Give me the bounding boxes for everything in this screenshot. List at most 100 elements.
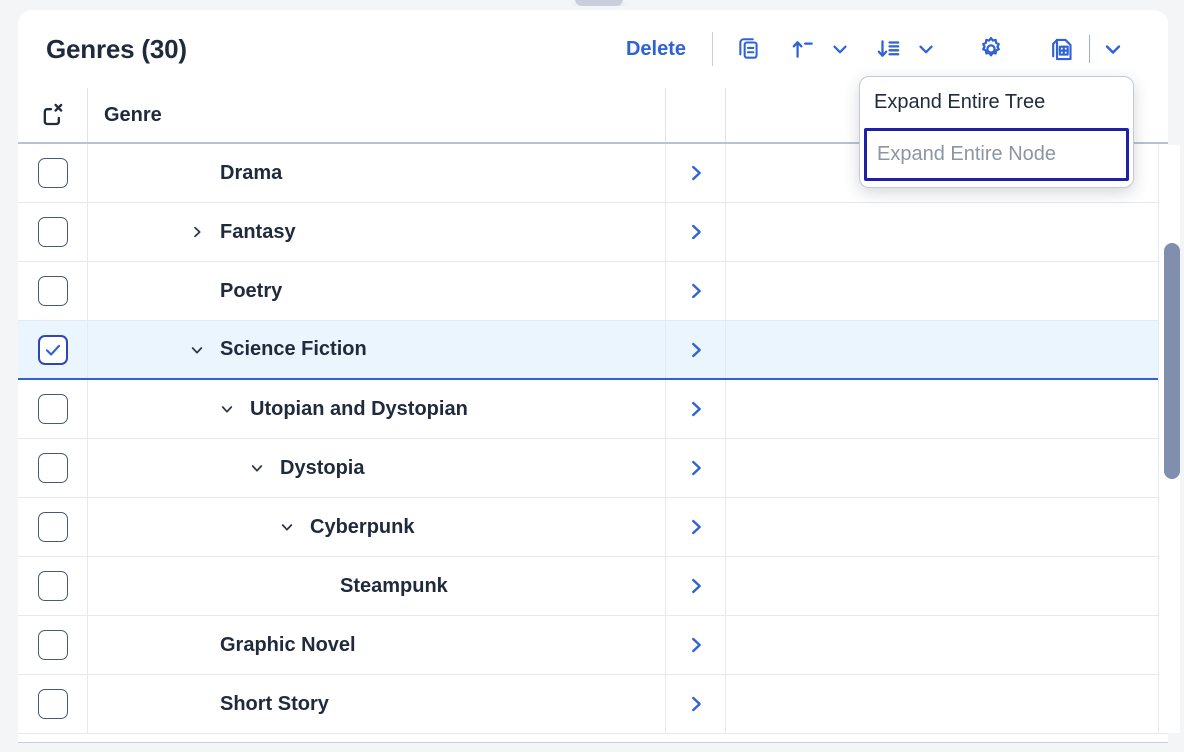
delete-button[interactable]: Delete bbox=[616, 32, 696, 67]
chevron-right-icon[interactable] bbox=[685, 221, 707, 243]
row-checkbox[interactable] bbox=[37, 512, 68, 542]
chevron-right-icon[interactable] bbox=[685, 280, 707, 302]
row-name-cell[interactable]: Poetry bbox=[88, 262, 666, 320]
sort-descending-icon[interactable] bbox=[869, 29, 909, 69]
more-chevron-down-icon[interactable] bbox=[1098, 29, 1128, 69]
row-checkbox-cell bbox=[18, 203, 88, 261]
row-detail-cell bbox=[666, 557, 726, 615]
row-spacer bbox=[726, 439, 1168, 497]
menu-item-expand-entire-tree[interactable]: Expand Entire Tree bbox=[860, 79, 1133, 126]
row-checkbox[interactable] bbox=[37, 158, 68, 188]
row-name-cell[interactable]: Cyberpunk bbox=[88, 498, 666, 556]
row-checkbox[interactable] bbox=[37, 630, 68, 660]
row-name-cell[interactable]: Fantasy bbox=[88, 203, 666, 261]
row-checkbox[interactable] bbox=[37, 394, 68, 424]
table-row[interactable]: Dystopia bbox=[18, 439, 1168, 498]
row-name-cell[interactable]: Utopian and Dystopian bbox=[88, 380, 666, 438]
row-checkbox[interactable] bbox=[37, 276, 68, 306]
table-row[interactable]: Utopian and Dystopian bbox=[18, 380, 1168, 439]
chevron-right-icon[interactable] bbox=[685, 162, 707, 184]
row-label: Short Story bbox=[220, 692, 329, 715]
row-detail-cell bbox=[666, 144, 726, 202]
column-header-label: Genre bbox=[104, 103, 162, 126]
table-row[interactable]: Graphic Novel bbox=[18, 616, 1168, 675]
row-detail-cell bbox=[666, 498, 726, 556]
deselect-all-icon[interactable] bbox=[18, 88, 88, 142]
sort-group bbox=[869, 29, 941, 69]
insert-above-icon[interactable] bbox=[783, 29, 823, 69]
table-row[interactable]: Poetry bbox=[18, 262, 1168, 321]
row-detail-cell bbox=[666, 321, 726, 378]
table-row[interactable]: Steampunk bbox=[18, 557, 1168, 616]
row-spacer bbox=[726, 557, 1168, 615]
chevron-down-icon[interactable] bbox=[274, 519, 300, 535]
row-name-cell[interactable]: Steampunk bbox=[88, 557, 666, 615]
insert-above-group bbox=[783, 29, 855, 69]
column-header-arrow bbox=[666, 88, 726, 142]
insert-above-chevron-down-icon[interactable] bbox=[825, 29, 855, 69]
row-checkbox[interactable] bbox=[37, 217, 68, 247]
toolbar-divider bbox=[712, 32, 713, 66]
row-checkbox-cell bbox=[18, 616, 88, 674]
chevron-right-icon[interactable] bbox=[685, 634, 707, 656]
row-spacer bbox=[726, 380, 1168, 438]
row-checkbox-cell bbox=[18, 380, 88, 438]
row-label: Steampunk bbox=[340, 574, 448, 597]
chevron-down-icon[interactable] bbox=[184, 342, 210, 358]
menu-item-expand-entire-node[interactable]: Expand Entire Node bbox=[864, 128, 1129, 181]
row-checkbox[interactable] bbox=[37, 334, 68, 365]
export-table-icon[interactable] bbox=[1041, 29, 1081, 69]
row-detail-cell bbox=[666, 262, 726, 320]
row-spacer bbox=[726, 616, 1168, 674]
row-detail-cell bbox=[666, 675, 726, 733]
row-name-cell[interactable]: Drama bbox=[88, 144, 666, 202]
row-checkbox-cell bbox=[18, 498, 88, 556]
row-label: Cyberpunk bbox=[310, 515, 415, 538]
row-checkbox[interactable] bbox=[37, 571, 68, 601]
sort-chevron-down-icon[interactable] bbox=[911, 29, 941, 69]
chevron-right-icon[interactable] bbox=[685, 575, 707, 597]
row-spacer bbox=[726, 203, 1168, 261]
chevron-right-icon[interactable] bbox=[685, 693, 707, 715]
row-name-cell[interactable]: Dystopia bbox=[88, 439, 666, 497]
chevron-down-icon[interactable] bbox=[214, 401, 240, 417]
row-label: Drama bbox=[220, 161, 283, 184]
row-name-cell[interactable]: Science Fiction bbox=[88, 321, 666, 378]
row-spacer bbox=[726, 262, 1168, 320]
gear-icon[interactable] bbox=[971, 29, 1011, 69]
row-detail-cell bbox=[666, 439, 726, 497]
vertical-scrollbar-thumb[interactable] bbox=[1164, 243, 1180, 479]
row-spacer bbox=[726, 675, 1168, 733]
chevron-right-icon[interactable] bbox=[685, 457, 707, 479]
row-checkbox-cell bbox=[18, 557, 88, 615]
row-label: Poetry bbox=[220, 279, 283, 302]
table-row[interactable]: Science Fiction bbox=[18, 321, 1168, 380]
toolbar-actions: Delete bbox=[616, 29, 1128, 69]
row-name-cell[interactable]: Graphic Novel bbox=[88, 616, 666, 674]
column-header-genre[interactable]: Genre bbox=[88, 88, 666, 142]
row-label: Utopian and Dystopian bbox=[250, 397, 468, 420]
chevron-right-icon[interactable] bbox=[685, 339, 707, 361]
expand-dropdown-menu: Expand Entire Tree Expand Entire Node bbox=[859, 76, 1134, 188]
chevron-right-icon[interactable] bbox=[685, 398, 707, 420]
page-title: Genres (30) bbox=[46, 33, 187, 64]
table-row[interactable]: Short Story bbox=[18, 675, 1168, 734]
table-body: Drama Fantasy Poetry Science Fiction Utopian… bbox=[18, 144, 1168, 734]
row-name-cell[interactable]: Short Story bbox=[88, 675, 666, 733]
table-row[interactable]: Fantasy bbox=[18, 203, 1168, 262]
table-row[interactable]: Cyberpunk bbox=[18, 498, 1168, 557]
panel-drag-handle[interactable] bbox=[575, 0, 623, 6]
row-detail-cell bbox=[666, 616, 726, 674]
row-checkbox[interactable] bbox=[37, 689, 68, 719]
row-checkbox[interactable] bbox=[37, 453, 68, 483]
chevron-right-icon[interactable] bbox=[184, 224, 210, 240]
row-spacer bbox=[726, 498, 1168, 556]
chevron-down-icon[interactable] bbox=[244, 460, 270, 476]
row-label: Fantasy bbox=[220, 220, 296, 243]
chevron-right-icon[interactable] bbox=[685, 516, 707, 538]
row-checkbox-cell bbox=[18, 144, 88, 202]
row-label: Dystopia bbox=[280, 456, 365, 479]
row-detail-cell bbox=[666, 380, 726, 438]
panel-bottom-divider bbox=[18, 742, 1168, 743]
copy-rows-icon[interactable] bbox=[729, 29, 769, 69]
